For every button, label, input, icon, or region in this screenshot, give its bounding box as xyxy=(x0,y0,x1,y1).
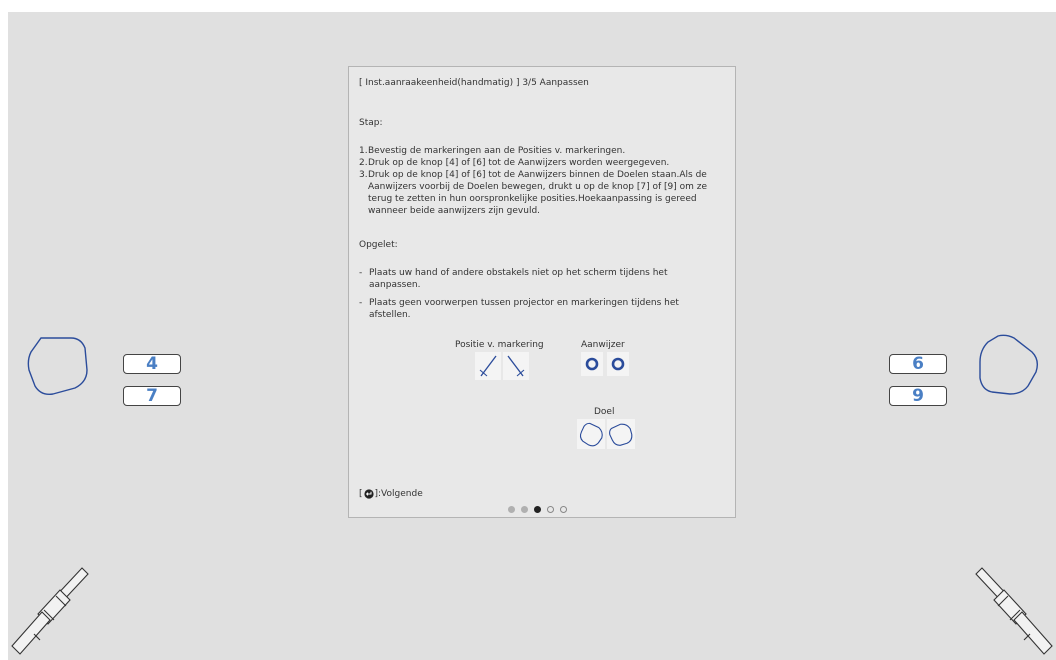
right-target-icon xyxy=(979,334,1039,395)
step-text: Bevestig de markeringen aan de Posities … xyxy=(368,146,626,156)
panel-title: [ Inst.aanraakeenheid(handmatig) ] 3/5 A… xyxy=(359,78,589,88)
caution-item: - Plaats geen voorwerpen tussen projecto… xyxy=(359,297,721,321)
step-text: Druk op de knop [4] of [6] tot de Aanwij… xyxy=(368,158,670,168)
marker-position-right-icon xyxy=(503,352,529,380)
key-6-button[interactable]: 6 xyxy=(889,354,947,374)
step-text: Druk op de knop [4] of [6] tot de Aanwij… xyxy=(368,170,707,216)
next-hint-bracket: [ xyxy=(359,489,363,499)
pointer-right-icon xyxy=(607,352,629,376)
key-9-button[interactable]: 9 xyxy=(889,386,947,406)
next-hint-label: ]:Volgende xyxy=(374,489,423,499)
left-target-icon xyxy=(27,337,88,396)
instruction-panel: [ Inst.aanraakeenheid(handmatig) ] 3/5 A… xyxy=(348,66,736,518)
step-item: 1. Bevestig de markeringen aan de Positi… xyxy=(359,145,721,157)
caution-item: - Plaats uw hand of andere obstakels nie… xyxy=(359,267,721,291)
step-item: 2. Druk op de knop [4] of [6] tot de Aan… xyxy=(359,157,721,169)
pointer-label: Aanwijzer xyxy=(581,340,625,350)
steps-heading: Stap: xyxy=(359,118,383,128)
caution-text: Plaats uw hand of andere obstakels niet … xyxy=(369,268,668,290)
step-number: 3. xyxy=(359,170,368,180)
left-marker-stick-icon xyxy=(11,567,89,655)
key-4-button[interactable]: 4 xyxy=(123,354,181,374)
next-hint: [ ]:Volgende xyxy=(359,488,423,500)
enter-icon xyxy=(363,489,374,499)
caution-bullet: - xyxy=(359,298,363,308)
step-item: 3. Druk op de knop [4] of [6] tot de Aan… xyxy=(359,169,721,217)
pointer-left-icon xyxy=(581,352,603,376)
target-label: Doel xyxy=(594,407,615,417)
target-right-icon xyxy=(607,419,635,449)
target-left-icon xyxy=(577,419,605,449)
page-dot-2 xyxy=(521,506,528,513)
right-marker-stick-icon xyxy=(975,567,1053,655)
page-dot-5 xyxy=(560,506,567,513)
caution-heading: Opgelet: xyxy=(359,240,398,250)
page-dot-1 xyxy=(508,506,515,513)
page-dot-3-current xyxy=(534,506,541,513)
step-number: 1. xyxy=(359,146,368,156)
key-7-button[interactable]: 7 xyxy=(123,386,181,406)
page-dot-4 xyxy=(547,506,554,513)
caution-text: Plaats geen voorwerpen tussen projector … xyxy=(369,298,679,320)
marker-position-label: Positie v. markering xyxy=(455,340,544,350)
marker-position-left-icon xyxy=(475,352,501,380)
step-number: 2. xyxy=(359,158,368,168)
caution-bullet: - xyxy=(359,268,363,278)
